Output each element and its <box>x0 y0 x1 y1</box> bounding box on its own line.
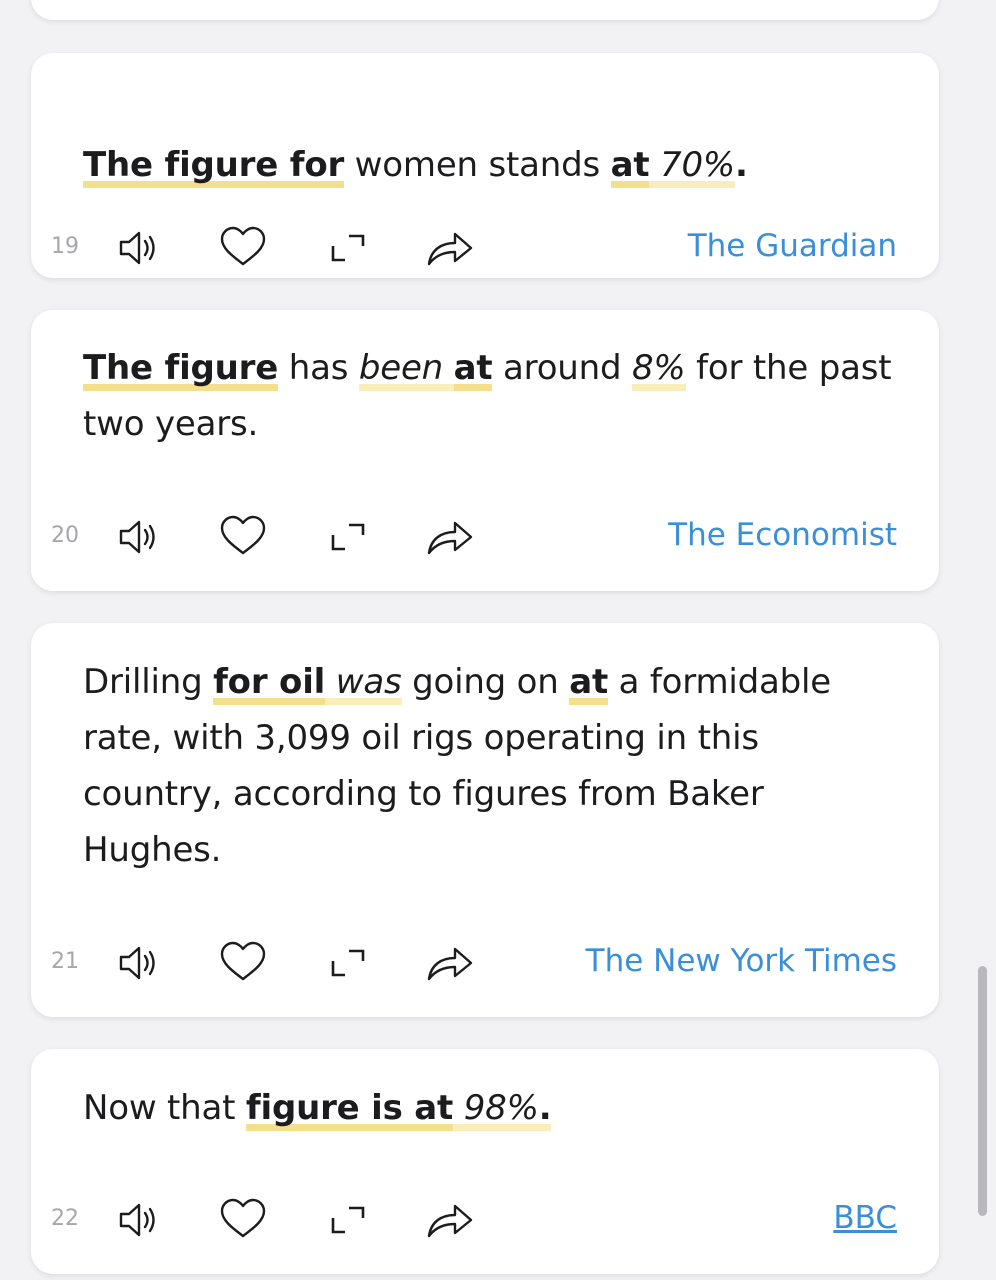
example-number: 20 <box>51 523 79 548</box>
sentence-fragment: at <box>610 145 650 188</box>
expand-icon[interactable] <box>321 1196 369 1244</box>
sentence-fragment: Now that <box>83 1088 246 1128</box>
source-link[interactable]: The Guardian <box>688 228 897 264</box>
sentence-fragment: 8% <box>632 348 686 391</box>
example-card: The figure has been at around 8% for the… <box>31 310 939 591</box>
sentence-fragment: The figure <box>83 348 278 391</box>
example-number: 22 <box>51 1206 79 1231</box>
example-card-previous <box>31 0 939 20</box>
sentence-fragment <box>443 348 454 391</box>
source-link[interactable]: The New York Times <box>586 943 897 979</box>
source-link[interactable]: BBC <box>833 1200 897 1236</box>
example-sentence: Now that figure is at 98%. <box>83 1080 899 1136</box>
speaker-icon[interactable] <box>115 939 163 987</box>
share-icon[interactable] <box>425 939 473 987</box>
example-sentence: The figure has been at around 8% for the… <box>83 340 899 452</box>
heart-icon[interactable] <box>219 513 267 561</box>
card-toolbar: 20 The Economist <box>31 509 939 565</box>
card-toolbar: 21 The New York Times <box>31 935 939 991</box>
sentence-fragment: 70% <box>660 145 735 188</box>
heart-icon[interactable] <box>219 224 267 272</box>
sentence-fragment: women stands <box>344 145 611 185</box>
card-toolbar: 19 The Guardian <box>31 220 939 276</box>
source-link[interactable]: The Economist <box>668 517 897 553</box>
sentence-fragment: . <box>735 145 748 185</box>
sentence-fragment: at <box>569 662 608 705</box>
sentence-fragment: figure is at <box>245 1088 453 1131</box>
expand-icon[interactable] <box>321 224 369 272</box>
sentence-fragment: The figure for <box>83 145 344 188</box>
example-number: 21 <box>51 949 79 974</box>
heart-icon[interactable] <box>219 939 267 987</box>
sentence-fragment: at <box>453 348 493 391</box>
expand-icon[interactable] <box>321 513 369 561</box>
sentence-fragment: was <box>335 662 402 705</box>
card-toolbar: 22 BBC <box>31 1192 939 1248</box>
sentence-fragment: 98% <box>463 1088 539 1131</box>
sentence-fragment <box>325 662 336 705</box>
share-icon[interactable] <box>425 224 473 272</box>
sentence-fragment <box>453 1088 464 1131</box>
scrollbar[interactable] <box>978 966 987 1216</box>
sentence-fragment: Drilling <box>83 662 214 702</box>
example-sentence: The figure for women stands at 70%. <box>83 137 899 193</box>
speaker-icon[interactable] <box>115 224 163 272</box>
sentence-fragment: has <box>278 348 359 388</box>
speaker-icon[interactable] <box>115 1196 163 1244</box>
sentence-fragment: . <box>538 1088 552 1131</box>
example-card: Now that figure is at 98%. 22 BBC <box>31 1049 939 1274</box>
example-card: The figure for women stands at 70%. 19 T… <box>31 53 939 278</box>
speaker-icon[interactable] <box>115 513 163 561</box>
example-card: Drilling for oil was going on at a formi… <box>31 623 939 1017</box>
sentence-fragment: around <box>492 348 632 388</box>
heart-icon[interactable] <box>219 1196 267 1244</box>
sentence-fragment: been <box>358 348 443 391</box>
example-number: 19 <box>51 234 79 259</box>
sentence-fragment <box>649 145 661 188</box>
sentence-fragment: going on <box>401 662 570 702</box>
expand-icon[interactable] <box>321 939 369 987</box>
example-sentence: Drilling for oil was going on at a formi… <box>83 654 899 878</box>
share-icon[interactable] <box>425 1196 473 1244</box>
share-icon[interactable] <box>425 513 473 561</box>
sentence-fragment: for oil <box>213 662 325 705</box>
